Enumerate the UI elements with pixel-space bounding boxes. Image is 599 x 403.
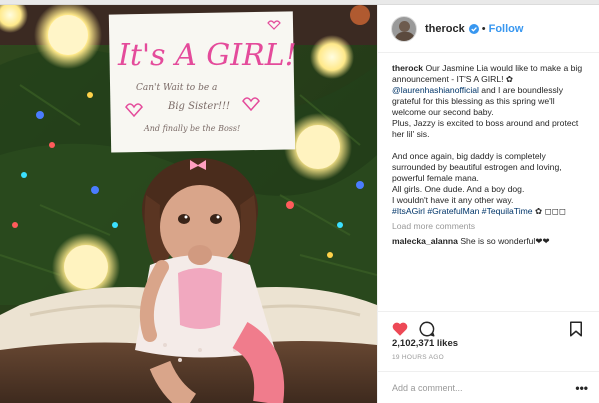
sign-title: It's A GIRL! bbox=[117, 38, 297, 73]
likes-count[interactable]: 2,102,371 likes bbox=[392, 338, 458, 349]
bookmark-icon[interactable] bbox=[567, 320, 585, 338]
caption-line-6: I wouldn't have it any other way. bbox=[392, 195, 514, 205]
comment-username[interactable]: malecka_alanna bbox=[392, 236, 458, 246]
verified-badge-icon bbox=[468, 23, 479, 34]
header-username[interactable]: therock bbox=[425, 23, 465, 35]
post-timestamp: 19 HOURS AGO bbox=[392, 354, 445, 361]
sign-line-3: And finally be the Boss! bbox=[143, 124, 240, 133]
load-more-comments-button[interactable]: Load more comments bbox=[392, 221, 588, 231]
caption-emoji: ✿ ◻◻◻ bbox=[532, 206, 566, 216]
heart-icon[interactable] bbox=[391, 320, 409, 338]
add-comment-bar: ••• bbox=[378, 371, 599, 403]
follow-button[interactable]: Follow bbox=[489, 23, 524, 35]
sign-line-1: Can't Wait to be a bbox=[136, 83, 217, 93]
add-comment-input[interactable] bbox=[392, 382, 562, 393]
post-side-panel: therock • Follow therock Our Jasmine Lia… bbox=[377, 5, 599, 403]
caption-line-3: Plus, Jazzy is excited to boss around an… bbox=[392, 118, 579, 139]
caption-line-4: And once again, big daddy is completely … bbox=[392, 151, 562, 183]
more-options-icon[interactable]: ••• bbox=[575, 381, 588, 395]
comment-icon[interactable] bbox=[418, 320, 436, 338]
sign-line-2: Big Sister!!! bbox=[167, 101, 230, 112]
comment-text: She is so wonderful❤❤ bbox=[460, 236, 550, 246]
caption-mention-link[interactable]: @laurenhashianofficial bbox=[392, 85, 479, 95]
post-caption: therock Our Jasmine Lia would like to ma… bbox=[392, 63, 588, 217]
announcement-sign: It's A GIRL! Can't Wait to be a Big Sist… bbox=[108, 11, 297, 153]
caption-hashtags[interactable]: #ItsAGirl #GratefulMan #TequilaTime bbox=[392, 206, 533, 216]
post-header: therock • Follow bbox=[378, 5, 599, 53]
caption-scroll-area[interactable]: therock Our Jasmine Lia would like to ma… bbox=[378, 63, 599, 307]
avatar[interactable] bbox=[391, 15, 417, 42]
post-photo[interactable]: It's A GIRL! Can't Wait to be a Big Sist… bbox=[0, 5, 377, 403]
comment-item: malecka_alanna She is so wonderful❤❤ bbox=[392, 236, 588, 247]
header-separator: • bbox=[481, 22, 486, 35]
caption-username[interactable]: therock bbox=[392, 63, 423, 73]
post-photo-illustration: It's A GIRL! Can't Wait to be a Big Sist… bbox=[0, 5, 377, 403]
caption-line-5: All girls. One dude. And a boy dog. bbox=[392, 184, 525, 194]
